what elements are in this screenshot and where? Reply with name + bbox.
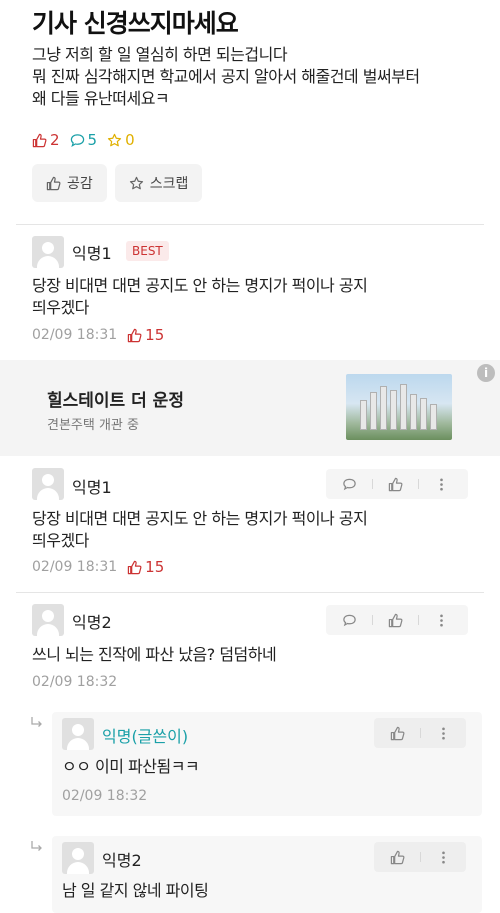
scrap-count-value: 0 — [125, 131, 135, 149]
speech-bubble-icon — [342, 614, 356, 626]
vote-button[interactable] — [372, 605, 418, 635]
speech-bubble-icon — [70, 133, 84, 147]
reply-arrow-icon — [31, 717, 42, 727]
thumbs-up-icon — [390, 850, 404, 864]
avatar — [32, 236, 64, 268]
more-vertical-icon — [439, 478, 443, 490]
best-badge: BEST — [126, 241, 169, 261]
comment-time: 02/09 18:31 — [32, 327, 118, 343]
avatar — [62, 842, 94, 874]
reply-toolbar — [374, 842, 466, 872]
scrap-button-label: 스크랩 — [149, 176, 189, 192]
ad-banner[interactable]: 힐스테이트 더 운정 견본주택 개관 중 — [0, 360, 500, 456]
divider — [16, 224, 484, 225]
comment-toolbar — [326, 605, 468, 635]
comment-meta: 02/09 18:31 15 — [32, 558, 164, 576]
more-button[interactable] — [420, 842, 466, 872]
comment-time: 02/09 18:31 — [32, 559, 118, 575]
like-count: 2 — [32, 131, 60, 149]
vote-button[interactable] — [374, 718, 420, 748]
star-icon — [129, 176, 143, 189]
scrap-count: 0 — [107, 131, 135, 149]
reply-time: 02/09 18:32 — [62, 788, 148, 804]
more-button[interactable] — [418, 469, 464, 499]
reply-text: ㅇㅇ 이미 파산됨ㅋㅋ — [62, 757, 200, 776]
reply-text: 남 일 같지 않네 파이팅 — [62, 881, 209, 900]
comment-count: 5 — [70, 131, 98, 149]
more-vertical-icon — [439, 614, 443, 626]
comment-count-value: 5 — [87, 131, 98, 149]
comment-votes-value: 15 — [145, 326, 165, 344]
thumbs-up-icon — [388, 613, 402, 627]
thumbs-up-icon — [32, 133, 47, 147]
post-actions: 공감 스크랩 — [32, 164, 203, 202]
reply-toolbar — [374, 718, 466, 748]
reply-button[interactable] — [326, 605, 372, 635]
ad-title: 힐스테이트 더 운정 — [47, 391, 184, 411]
comment-votes: 15 — [127, 326, 164, 344]
thumbs-up-icon — [388, 477, 402, 491]
like-button[interactable]: 공감 — [32, 164, 107, 202]
comment-votes: 15 — [127, 558, 164, 576]
reply-item: 익명(글쓴이) ㅇㅇ 이미 파산됨ㅋㅋ 02/09 18:32 — [52, 712, 482, 816]
comment-text: 당장 비대면 대면 공지도 안 하는 명지가 퍽이나 공지 띄우겠다 — [32, 509, 368, 550]
speech-bubble-icon — [342, 478, 356, 490]
reply-arrow-icon — [31, 841, 42, 851]
ad-subtitle: 견본주택 개관 중 — [47, 418, 139, 433]
avatar — [32, 604, 64, 636]
scrap-button[interactable]: 스크랩 — [114, 164, 203, 202]
vote-button[interactable] — [372, 469, 418, 499]
avatar — [32, 468, 64, 500]
post-title: 기사 신경쓰지마세요 — [32, 9, 239, 38]
like-button-label: 공감 — [67, 176, 93, 192]
comment-text: 쓰니 뇌는 진작에 파산 났음? 덤덤하네 — [32, 645, 277, 664]
star-icon — [107, 133, 122, 146]
reply-item: 익명2 남 일 같지 않네 파이팅 — [52, 836, 482, 913]
comment-time: 02/09 18:32 — [32, 674, 118, 690]
post-stats: 2 5 0 — [32, 131, 135, 149]
comment-votes-value: 15 — [145, 558, 165, 576]
info-icon[interactable]: i — [477, 364, 495, 382]
comment-toolbar — [326, 469, 468, 499]
reply-meta: 02/09 18:32 — [62, 788, 147, 804]
comment-text: 당장 비대면 대면 공지도 안 하는 명지가 퍽이나 공지 띄우겠다 — [32, 276, 368, 317]
comment-meta: 02/09 18:31 15 — [32, 326, 164, 344]
thumbs-up-icon — [127, 328, 142, 342]
reply-author: 익명2 — [102, 851, 142, 870]
comment-author: 익명1 — [72, 478, 112, 497]
like-count-value: 2 — [50, 131, 60, 149]
comment-meta: 02/09 18:32 — [32, 674, 117, 690]
thumbs-up-icon — [390, 726, 404, 740]
vote-button[interactable] — [374, 842, 420, 872]
reply-author: 익명(글쓴이) — [102, 727, 189, 746]
more-vertical-icon — [441, 851, 445, 863]
divider — [16, 592, 484, 593]
comment-author: 익명2 — [72, 613, 112, 632]
thumbs-up-icon — [46, 176, 61, 190]
post-body: 그냥 저희 할 일 열심히 하면 되는겁니다 뭐 진짜 심각해지면 학교에서 공… — [32, 45, 420, 108]
more-button[interactable] — [420, 718, 466, 748]
comment-author: 익명1 — [72, 244, 112, 263]
ad-image — [346, 374, 452, 440]
avatar — [62, 718, 94, 750]
more-button[interactable] — [418, 605, 464, 635]
reply-button[interactable] — [326, 469, 372, 499]
thumbs-up-icon — [127, 560, 142, 574]
more-vertical-icon — [441, 727, 445, 739]
